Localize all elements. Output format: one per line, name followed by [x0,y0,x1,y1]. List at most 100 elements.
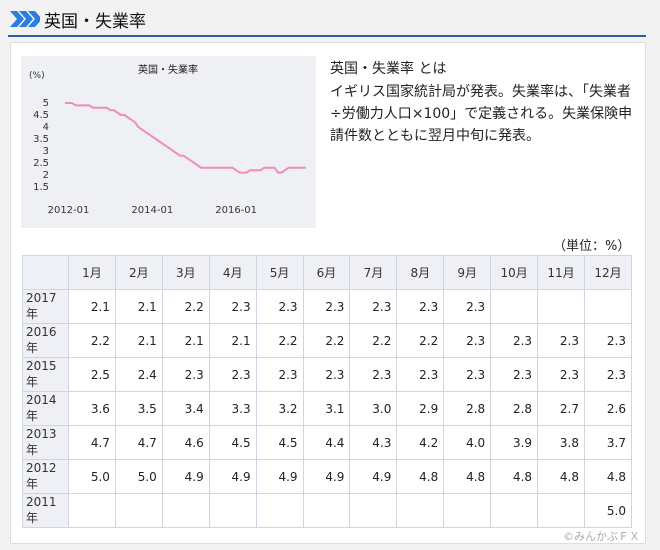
rate-cell: 2.5 [68,357,116,392]
rate-cell: 2.4 [114,357,163,392]
rate-cell: 2.3 [490,357,539,392]
y-tick-label: 4.5 [33,110,49,121]
rate-cell: 2.3 [349,357,398,392]
table-row: 2014年 3.6 3.5 3.4 3.3 3.2 3.1 3.0 2.9 2.8 2.8 2.7 2.… [22,391,633,426]
rate-cell: 2.2 [349,323,398,358]
rate-cell: 4.8 [490,459,539,494]
rate-cell: 4.7 [114,425,163,460]
rate-cell: 2.1 [114,289,163,324]
table-row: 2016年 2.2 2.1 2.1 2.1 2.2 2.2 2.2 2.2 2.3 2.3 2.3 2.… [22,323,633,358]
rate-cell: 3.7 [583,425,633,460]
rate-cell [255,493,304,528]
rate-cell: 2.3 [490,323,539,358]
rate-cell [208,493,257,528]
copyright: ©みんかぶＦＸ [563,530,640,543]
month-header: 1月 [68,255,116,290]
rate-cell: 3.6 [68,391,116,426]
rate-cell: 2.3 [583,357,633,392]
month-header: 4月 [208,255,257,290]
x-tick-label: 2012-01 [48,205,90,216]
rate-cell: 2.1 [208,323,257,358]
rate-cell: 2.9 [396,391,445,426]
y-tick-label: 1.5 [33,182,49,193]
x-tick-label: 2014-01 [131,205,173,216]
rate-cell [583,289,633,324]
rate-cell: 4.3 [349,425,398,460]
year-header: 2015年 [22,357,69,392]
rate-cell [490,289,539,324]
year-header: 2013年 [22,425,69,460]
rate-cell: 2.1 [114,323,163,358]
table-row: 2015年 2.5 2.4 2.3 2.3 2.3 2.3 2.3 2.3 2.3 2.3 2.3 2.… [22,357,633,392]
rate-cell: 4.8 [443,459,492,494]
rate-cell: 3.1 [302,391,351,426]
rate-cell: 3.4 [161,391,210,426]
rate-cell: 2.6 [583,391,633,426]
rate-cell: 2.8 [490,391,539,426]
rate-cell: 3.9 [490,425,539,460]
description-body: イギリス国家統計局が発表。失業率は、「失業者÷労働力人口×100」で定義される。… [330,84,633,144]
unit-label: （単位：%） [553,239,631,254]
x-tick-label: 2016-01 [215,205,257,216]
month-header: 2月 [114,255,163,290]
rate-cell: 3.8 [537,425,585,460]
rate-cell: 4.9 [208,459,257,494]
rate-cell: 3.3 [208,391,257,426]
table-header-row: 1月 2月 3月 4月 5月 6月 7月 8月 9月 10月 11月 12月 [22,255,633,290]
rate-cell: 2.3 [583,323,633,358]
chart-title: 英国・失業率 [138,63,198,76]
rate-cell: 2.2 [396,323,445,358]
rate-cell: 4.5 [208,425,257,460]
month-header: 5月 [255,255,304,290]
rate-cell [161,493,210,528]
y-tick-label: 4 [43,122,49,133]
rate-cell [302,493,351,528]
rate-cell: 2.2 [302,323,351,358]
year-header: 2017年 [22,289,69,324]
rate-cell: 2.3 [537,323,585,358]
rate-cell: 2.2 [68,323,116,358]
rate-cell: 4.9 [349,459,398,494]
rate-cell: 2.3 [255,289,304,324]
y-tick-label: 5 [43,98,49,109]
table-row: 2012年 5.0 5.0 4.9 4.9 4.9 4.9 4.9 4.8 4.8 4.8 4.8 4.… [22,459,633,494]
rate-cell: 2.3 [396,289,445,324]
rate-cell: 2.8 [443,391,492,426]
rate-cell: 4.6 [161,425,210,460]
rate-cell [537,493,585,528]
rate-cell: 2.3 [161,357,210,392]
chart-container: 英国・失業率 (%) 5 4.5 4 3.5 3 2.5 2 1.5 2012-01 2014-01 2… [21,56,316,228]
rate-cell: 2.1 [68,289,116,324]
rate-cell: 2.3 [349,289,398,324]
year-header: 2014年 [22,391,69,426]
rate-cell: 2.3 [302,357,351,392]
rate-cell: 2.3 [537,357,585,392]
rate-cell: 2.3 [255,357,304,392]
rate-cell [490,493,539,528]
rate-cell: 3.2 [255,391,304,426]
rate-cell: 4.5 [255,425,304,460]
y-tick-label: 3.5 [33,134,49,145]
rate-cell: 4.4 [302,425,351,460]
corner-cell [22,255,69,290]
unemployment-chart: 英国・失業率 (%) 54.543.532.521.5 2012-01 2014-01 2… [29,63,306,216]
rate-cell: 2.2 [161,289,210,324]
month-header: 6月 [302,255,351,290]
rate-cell: 4.9 [302,459,351,494]
rate-cell: 4.7 [68,425,116,460]
month-header: 8月 [396,255,445,290]
month-header: 7月 [349,255,398,290]
rate-cell: 2.3 [443,289,492,324]
page-header: 英国・失業率 [0,0,660,38]
year-header: 2016年 [22,323,69,358]
month-header: 3月 [161,255,210,290]
table-row: 2011年 5.0 [22,493,633,528]
series-line [65,102,306,174]
rate-cell: 2.3 [396,357,445,392]
rate-cell [537,289,585,324]
rates-table: 1月 2月 3月 4月 5月 6月 7月 8月 9月 10月 11月 12月 2017年 2.1 2.1 2… [22,255,633,528]
y-tick-label: 2 [43,170,49,181]
rate-cell: 2.1 [161,323,210,358]
rate-cell: 2.3 [443,357,492,392]
rate-cell: 2.3 [208,289,257,324]
